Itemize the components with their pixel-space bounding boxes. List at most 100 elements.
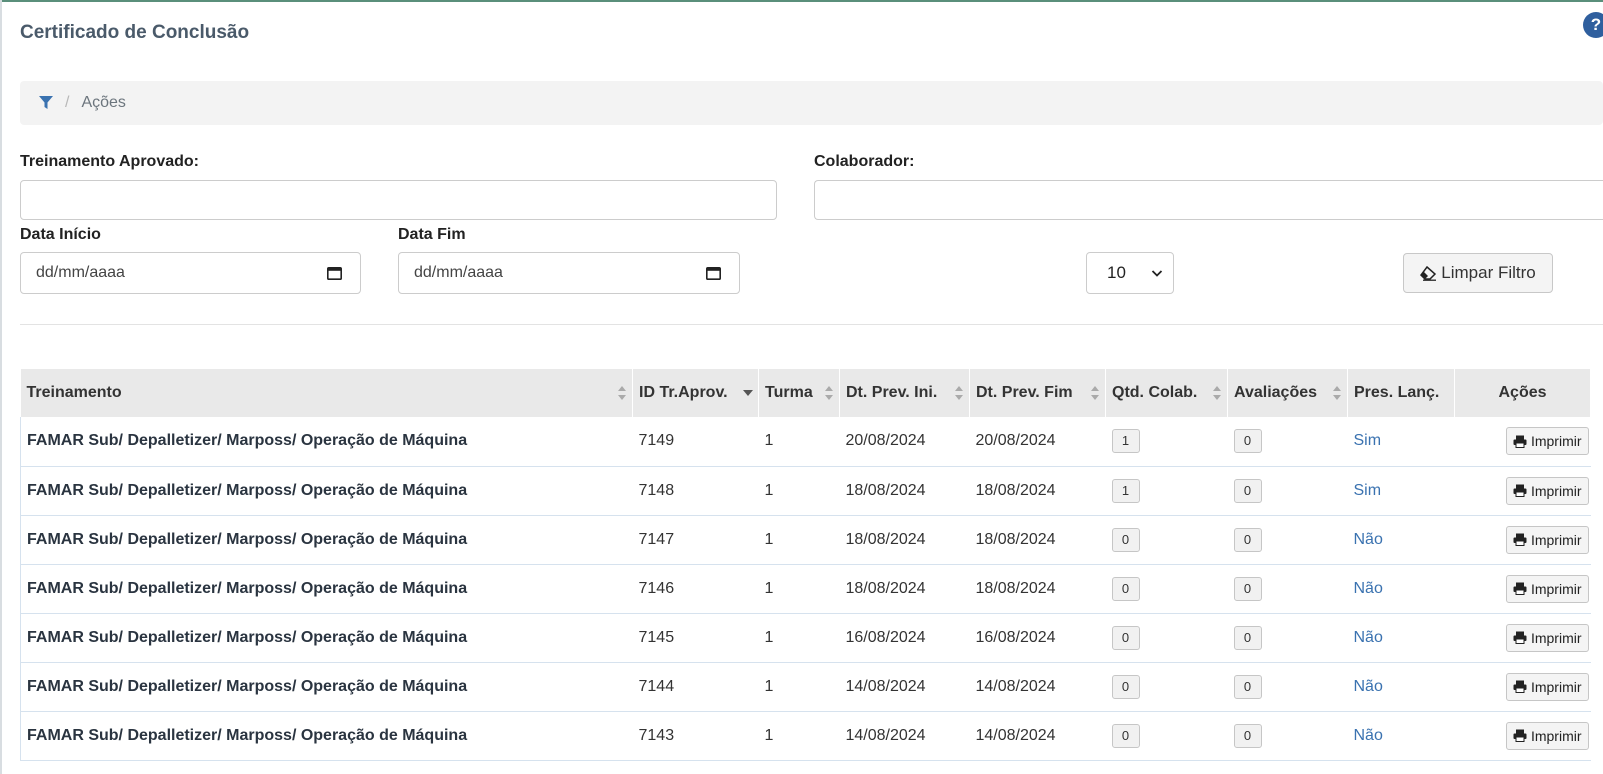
breadcrumb-current: Ações bbox=[81, 94, 126, 111]
cell-turma: 1 bbox=[764, 677, 774, 695]
calendar-icon[interactable] bbox=[327, 266, 342, 280]
cell-qtd-colab: 1 bbox=[1106, 466, 1228, 515]
cell-pres-lanc[interactable]: Sim bbox=[1348, 417, 1455, 466]
print-button[interactable]: Imprimir bbox=[1505, 525, 1589, 554]
cell-treinamento: FAMAR Sub/ Depalletizer/ Marposs/ Operaç… bbox=[20, 662, 633, 711]
table-row: FAMAR Sub/ Depalletizer/ Marposs/ Operaç… bbox=[20, 417, 1591, 466]
cell-treinamento: FAMAR Sub/ Depalletizer/ Marposs/ Operaç… bbox=[20, 466, 633, 515]
cell-acoes: Imprimir bbox=[1455, 564, 1591, 613]
cell-id: 7149 bbox=[638, 432, 675, 450]
column-header-dt-prev-ini[interactable]: Dt. Prev. Ini. bbox=[839, 369, 970, 417]
cell-pres-lanc[interactable]: Não bbox=[1348, 515, 1455, 564]
print-label: Imprimir bbox=[1530, 629, 1582, 646]
print-button[interactable]: Imprimir bbox=[1505, 427, 1589, 456]
cell-dt-prev-fim: 14/08/2024 bbox=[975, 677, 1056, 695]
cell-dt-prev-fim: 18/08/2024 bbox=[975, 530, 1056, 548]
eraser-icon bbox=[1420, 265, 1437, 281]
qtd-colab-badge[interactable]: 0 bbox=[1111, 625, 1140, 650]
avaliacoes-badge[interactable]: 0 bbox=[1233, 527, 1262, 552]
qtd-colab-badge[interactable]: 0 bbox=[1111, 674, 1140, 699]
print-button[interactable]: Imprimir bbox=[1505, 672, 1589, 701]
cell-dt-prev-ini: 20/08/2024 bbox=[845, 432, 926, 450]
cell-avaliacoes: 0 bbox=[1228, 564, 1348, 613]
printer-icon bbox=[1513, 582, 1527, 595]
cell-qtd-colab: 0 bbox=[1106, 613, 1228, 662]
cell-dt-prev-ini: 18/08/2024 bbox=[845, 579, 926, 597]
cell-dt-prev-fim: 18/08/2024 bbox=[975, 481, 1056, 499]
qtd-colab-badge[interactable]: 1 bbox=[1111, 429, 1140, 454]
print-label: Imprimir bbox=[1530, 580, 1582, 597]
qtd-colab-badge[interactable]: 0 bbox=[1111, 723, 1140, 748]
data-fim-input[interactable]: dd/mm/aaaa bbox=[398, 252, 740, 294]
print-label: Imprimir bbox=[1530, 433, 1582, 450]
avaliacoes-badge[interactable]: 0 bbox=[1233, 478, 1262, 503]
avaliacoes-badge[interactable]: 0 bbox=[1233, 723, 1262, 748]
colaborador-input[interactable] bbox=[814, 180, 1603, 220]
filter-icon[interactable] bbox=[39, 96, 53, 110]
column-header-id[interactable]: ID Tr.Aprov. bbox=[632, 369, 759, 417]
cell-pres-lanc[interactable]: Não bbox=[1348, 662, 1455, 711]
cell-id: 7147 bbox=[638, 530, 675, 548]
sort-icon bbox=[955, 386, 963, 400]
cell-qtd-colab: 0 bbox=[1106, 711, 1228, 760]
table-row: FAMAR Sub/ Depalletizer/ Marposs/ Operaç… bbox=[20, 613, 1591, 662]
printer-icon bbox=[1513, 680, 1527, 693]
cell-pres-lanc[interactable]: Não bbox=[1348, 613, 1455, 662]
print-label: Imprimir bbox=[1530, 531, 1582, 548]
column-header-treinamento[interactable]: Treinamento bbox=[20, 369, 633, 417]
data-fim-label: Data Fim bbox=[398, 226, 466, 243]
cell-pres-lanc[interactable]: Sim bbox=[1348, 466, 1455, 515]
cell-dt-prev-fim: 20/08/2024 bbox=[975, 432, 1056, 450]
cell-acoes: Imprimir bbox=[1455, 417, 1591, 466]
print-button[interactable]: Imprimir bbox=[1505, 574, 1589, 603]
breadcrumb-separator: / bbox=[65, 94, 70, 111]
cell-id: 7145 bbox=[638, 628, 675, 646]
cell-turma: 1 bbox=[764, 432, 774, 450]
help-icon[interactable]: ? bbox=[1583, 12, 1603, 38]
column-header-qtd-colab[interactable]: Qtd. Colab. bbox=[1105, 369, 1228, 417]
cell-treinamento: FAMAR Sub/ Depalletizer/ Marposs/ Operaç… bbox=[20, 515, 633, 564]
column-header-turma[interactable]: Turma bbox=[758, 369, 840, 417]
page-size-select[interactable]: 10 bbox=[1086, 252, 1174, 294]
print-button[interactable]: Imprimir bbox=[1505, 476, 1589, 505]
data-inicio-input[interactable]: dd/mm/aaaa bbox=[20, 252, 361, 294]
page-size-value: 10 bbox=[1107, 263, 1126, 282]
column-header-avaliacoes[interactable]: Avaliações bbox=[1227, 369, 1348, 417]
cell-dt-prev-ini: 16/08/2024 bbox=[845, 628, 926, 646]
cell-pres-lanc[interactable]: Não bbox=[1348, 711, 1455, 760]
cell-dt-prev-ini: 18/08/2024 bbox=[845, 481, 926, 499]
clear-filter-button[interactable]: Limpar Filtro bbox=[1403, 253, 1553, 293]
avaliacoes-badge[interactable]: 0 bbox=[1233, 429, 1262, 454]
data-inicio-placeholder: dd/mm/aaaa bbox=[36, 264, 125, 281]
cell-id: 7148 bbox=[638, 481, 675, 499]
qtd-colab-badge[interactable]: 0 bbox=[1111, 576, 1140, 601]
cell-avaliacoes: 0 bbox=[1228, 711, 1348, 760]
cell-qtd-colab: 1 bbox=[1106, 417, 1228, 466]
print-button[interactable]: Imprimir bbox=[1505, 721, 1589, 750]
cell-avaliacoes: 0 bbox=[1228, 613, 1348, 662]
print-button[interactable]: Imprimir bbox=[1505, 623, 1589, 652]
sort-desc-icon bbox=[743, 390, 753, 396]
chevron-down-icon bbox=[1151, 270, 1163, 277]
cell-turma: 1 bbox=[764, 628, 774, 646]
data-fim-placeholder: dd/mm/aaaa bbox=[414, 264, 503, 281]
page-title: Certificado de Conclusão bbox=[20, 22, 250, 43]
column-header-dt-prev-fim[interactable]: Dt. Prev. Fim bbox=[969, 369, 1106, 417]
print-label: Imprimir bbox=[1530, 678, 1582, 695]
clear-filter-label: Limpar Filtro bbox=[1441, 263, 1536, 282]
qtd-colab-badge[interactable]: 0 bbox=[1111, 527, 1140, 552]
cell-turma: 1 bbox=[764, 481, 774, 499]
avaliacoes-badge[interactable]: 0 bbox=[1233, 674, 1262, 699]
treinamento-input[interactable] bbox=[20, 180, 777, 220]
avaliacoes-badge[interactable]: 0 bbox=[1233, 576, 1262, 601]
cell-dt-prev-fim: 18/08/2024 bbox=[975, 579, 1056, 597]
sort-icon bbox=[1213, 386, 1221, 400]
cell-dt-prev-ini: 18/08/2024 bbox=[845, 530, 926, 548]
avaliacoes-badge[interactable]: 0 bbox=[1233, 625, 1262, 650]
cell-acoes: Imprimir bbox=[1455, 515, 1591, 564]
cell-pres-lanc[interactable]: Não bbox=[1348, 564, 1455, 613]
table-row: FAMAR Sub/ Depalletizer/ Marposs/ Operaç… bbox=[20, 466, 1591, 515]
cell-dt-prev-fim: 14/08/2024 bbox=[975, 726, 1056, 744]
qtd-colab-badge[interactable]: 1 bbox=[1111, 478, 1140, 503]
calendar-icon[interactable] bbox=[706, 266, 721, 280]
